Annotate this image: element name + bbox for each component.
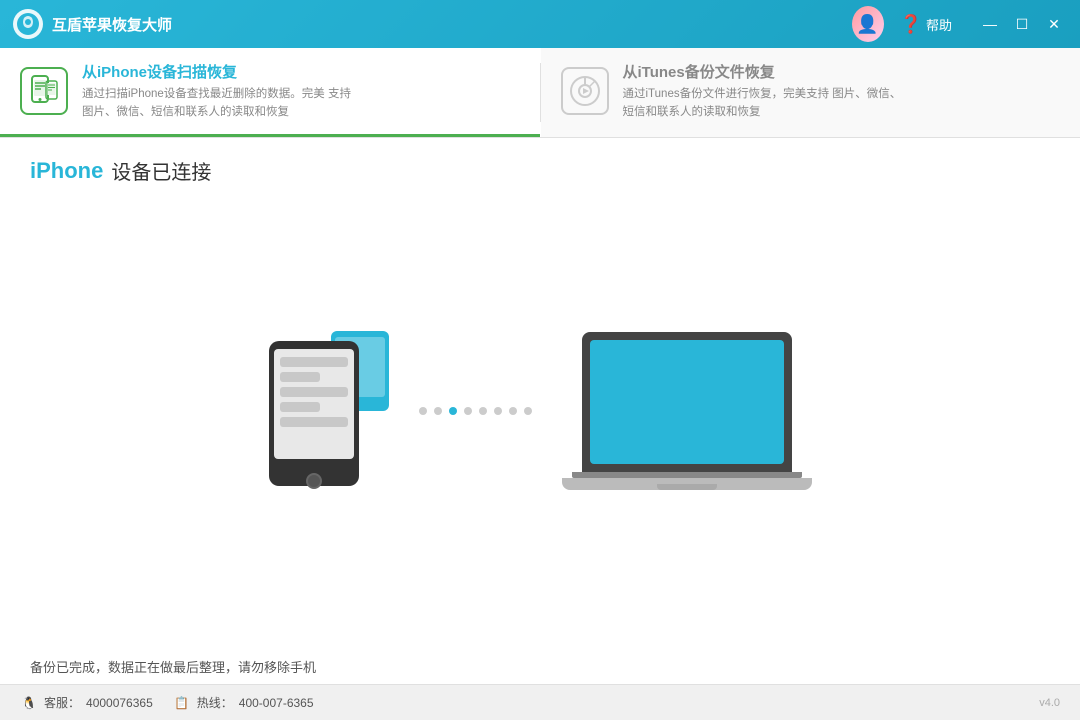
dot-2 [434, 407, 442, 415]
phone-icon: 📋 [173, 694, 191, 712]
help-button[interactable]: ❓ 帮助 [892, 10, 960, 39]
tab-scan-icon-box [20, 67, 68, 115]
help-label: 帮助 [926, 15, 952, 34]
laptop-base [562, 478, 812, 490]
qq-icon: 🐧 [20, 694, 38, 712]
contact-info: 🐧 客服： 4000076365 📋 热线： 400-007-6365 [20, 694, 314, 712]
itunes-icon [567, 73, 603, 109]
tab-itunes[interactable]: 从iTunes备份文件恢复 通过iTunes备份文件进行恢复，完美支持 图片、微… [541, 48, 1080, 137]
tab-scan-title: 从iPhone设备扫描恢复 [82, 61, 362, 82]
window-controls: — ☐ ✕ [976, 10, 1068, 38]
dot-3-active [449, 407, 457, 415]
dot-1 [419, 407, 427, 415]
laptop-screen-inner [590, 340, 784, 464]
customer-service-number: 4000076365 [86, 696, 153, 710]
tab-itunes-title: 从iTunes备份文件恢复 [623, 61, 903, 82]
footer-status-text: 备份已完成，数据正在做最后整理，请勿移除手机 [30, 660, 316, 675]
tab-itunes-text: 从iTunes备份文件恢复 通过iTunes备份文件进行恢复，完美支持 图片、微… [623, 61, 903, 121]
footer-status: 备份已完成，数据正在做最后整理，请勿移除手机 [0, 657, 1080, 684]
tab-scan-desc: 通过扫描iPhone设备查找最近删除的数据。完美 支持图片、微信、短信和联系人的… [82, 86, 362, 121]
tab-itunes-desc: 通过iTunes备份文件进行恢复，完美支持 图片、微信、短信和联系人的读取和恢复 [623, 86, 903, 121]
bottom-bar: 🐧 客服： 4000076365 📋 热线： 400-007-6365 v4.0 [0, 684, 1080, 720]
maximize-button[interactable]: ☐ [1008, 10, 1036, 38]
screen-line-1 [280, 357, 348, 367]
customer-service-item: 🐧 客服： 4000076365 [20, 694, 153, 712]
dot-8 [524, 407, 532, 415]
phone-device [269, 341, 359, 486]
screen-line-3 [280, 387, 348, 397]
version-label: v4.0 [1039, 697, 1060, 709]
minimize-button[interactable]: — [976, 10, 1004, 38]
customer-service-label: 客服： [44, 694, 80, 711]
screen-line-4 [280, 402, 321, 412]
laptop-illustration [562, 332, 812, 490]
hotline-label: 热线： [197, 694, 233, 711]
illustration-area [0, 165, 1080, 657]
dot-4 [464, 407, 472, 415]
screen-line-2 [280, 372, 321, 382]
phone-illustration [269, 331, 389, 491]
tab-scan-text: 从iPhone设备扫描恢复 通过扫描iPhone设备查找最近删除的数据。完美 支… [82, 61, 362, 121]
phone-home-button [306, 473, 322, 489]
profile-button[interactable]: 👤 [852, 8, 884, 40]
hotline-item: 📋 热线： 400-007-6365 [173, 694, 314, 712]
help-icon: ❓ [900, 14, 922, 35]
tab-scan[interactable]: 从iPhone设备扫描恢复 通过扫描iPhone设备查找最近删除的数据。完美 支… [0, 48, 540, 137]
main-content: iPhone 设备已连接 [0, 138, 1080, 720]
app-title: 互盾苹果恢复大师 [52, 14, 852, 35]
tabs-container: 从iPhone设备扫描恢复 通过扫描iPhone设备查找最近删除的数据。完美 支… [0, 48, 1080, 138]
dot-5 [479, 407, 487, 415]
screen-line-5 [280, 417, 348, 427]
profile-avatar: 👤 [852, 6, 884, 42]
app-logo-icon [12, 8, 44, 40]
tab-itunes-icon-box [561, 67, 609, 115]
title-bar-right: 👤 ❓ 帮助 — ☐ ✕ [852, 8, 1068, 40]
close-button[interactable]: ✕ [1040, 10, 1068, 38]
laptop-screen-outer [582, 332, 792, 472]
dot-6 [494, 407, 502, 415]
transfer-dots [389, 407, 562, 415]
title-bar: 互盾苹果恢复大师 👤 ❓ 帮助 — ☐ ✕ [0, 0, 1080, 48]
phone-scan-icon [26, 73, 62, 109]
phone-screen [274, 349, 354, 459]
dot-7 [509, 407, 517, 415]
hotline-number: 400-007-6365 [239, 696, 314, 710]
